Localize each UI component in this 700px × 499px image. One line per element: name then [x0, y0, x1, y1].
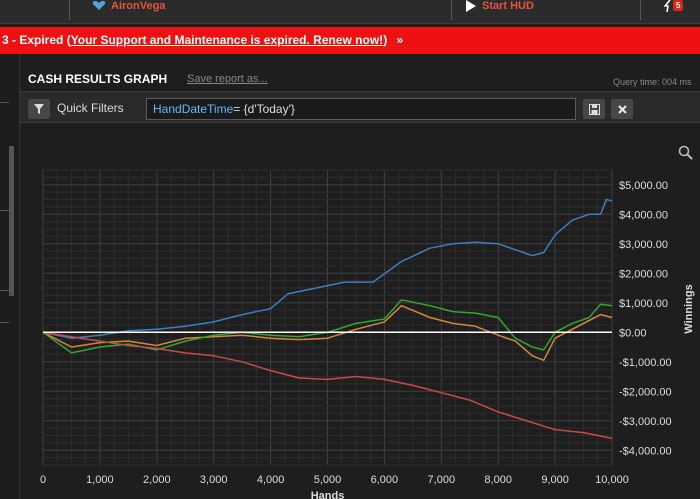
filter-keyword: HandDateTime [153, 102, 234, 116]
close-icon [617, 104, 627, 114]
query-time: Query time: 004 ms [613, 77, 692, 87]
renew-link[interactable]: Your Support and Maintenance is expired.… [71, 33, 384, 47]
x-tick-label: 4,000 [257, 474, 285, 486]
banner-prefix: 3 - Expired ( [2, 33, 71, 47]
y-tick-label: $0.00 [619, 327, 647, 339]
expired-banner: 3 - Expired (Your Support and Maintenanc… [0, 27, 700, 54]
filter-expression: = {d'Today'} [233, 102, 295, 116]
toolbar-divider [640, 0, 641, 20]
y-tick-label: -$1,000.00 [619, 357, 672, 369]
x-tick-label: 2,000 [143, 474, 171, 486]
left-panel [0, 54, 20, 499]
toolbar-divider [69, 0, 70, 20]
panel-divider [0, 290, 9, 291]
banner-arrow-icon[interactable]: » [397, 33, 404, 47]
quick-filters-label: Quick Filters [57, 101, 124, 115]
y-tick-label: $4,000.00 [619, 209, 668, 221]
y-tick-label: -$4,000.00 [619, 445, 672, 457]
y-tick-label: -$2,000.00 [619, 386, 672, 398]
clear-filter-button[interactable] [611, 99, 633, 119]
x-axis-title: Hands [311, 490, 345, 499]
y-tick-label: $3,000.00 [619, 239, 668, 251]
x-tick-label: 6,000 [371, 474, 399, 486]
toolbar-divider [451, 0, 452, 20]
y-tick-label: $1,000.00 [619, 298, 668, 310]
filter-icon [34, 104, 44, 114]
top-toolbar: AironVega Start HUD 5 [0, 0, 700, 24]
notification-flag-icon [664, 0, 671, 12]
x-tick-label: 5,000 [314, 474, 342, 486]
report-panel: CASH RESULTS GRAPH Save report as... Que… [20, 54, 700, 499]
save-filter-button[interactable] [583, 99, 605, 119]
results-chart: $5,000.00 $4,000.00 $3,000.00 $2,000.00 $1,0… [40, 169, 695, 499]
x-tick-label: 9,000 [541, 474, 569, 486]
notification-badge: 5 [673, 0, 684, 11]
x-tick-label: 8,000 [484, 474, 512, 486]
play-icon [466, 0, 476, 12]
left-panel-scrollbar[interactable] [9, 146, 14, 296]
banner-suffix: ) [383, 33, 388, 47]
y-axis-title: Winnings [683, 284, 695, 333]
user-name: AironVega [111, 0, 166, 12]
y-tick-label: -$3,000.00 [619, 416, 672, 428]
x-tick-label: 0 [40, 474, 46, 486]
user-account[interactable]: AironVega [92, 0, 165, 12]
x-tick-label: 3,000 [200, 474, 228, 486]
save-report-link[interactable]: Save report as... [187, 73, 268, 85]
quick-filter-input[interactable]: HandDateTime= {d'Today'} [146, 98, 576, 120]
quick-filter-bar: Quick Filters HandDateTime= {d'Today'} [20, 91, 700, 123]
x-tick-label: 1,000 [86, 474, 114, 486]
report-title: CASH RESULTS GRAPH [28, 72, 168, 86]
panel-divider [0, 102, 9, 103]
filter-button[interactable] [28, 99, 50, 119]
save-icon [588, 103, 600, 115]
y-tick-label: $5,000.00 [619, 180, 668, 192]
panel-divider [0, 210, 9, 211]
x-tick-label: 7,000 [428, 474, 456, 486]
start-hud-label: Start HUD [482, 0, 534, 12]
panel-divider [0, 322, 9, 323]
y-tick-label: $2,000.00 [619, 268, 668, 280]
x-tick-label: 10,000 [595, 474, 629, 486]
notifications-button[interactable]: 5 [664, 0, 686, 14]
cash-results-graph: $5,000.00 $4,000.00 $3,000.00 $2,000.00 $1,0… [20, 124, 700, 499]
start-hud-button[interactable]: Start HUD [466, 0, 534, 12]
heart-icon [92, 1, 106, 10]
